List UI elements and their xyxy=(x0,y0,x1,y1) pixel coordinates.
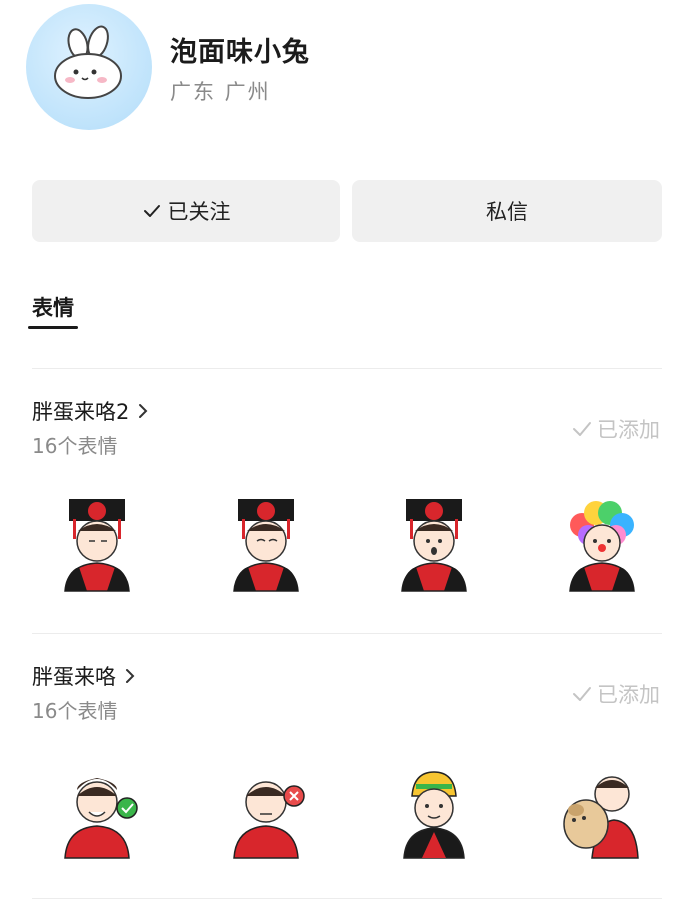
follow-label: 已关注 xyxy=(167,200,231,224)
check-icon xyxy=(573,687,591,701)
added-label: 已添加 xyxy=(597,683,660,707)
sticker-item[interactable] xyxy=(216,495,316,595)
sticker-image xyxy=(233,499,299,592)
sticker-image xyxy=(563,776,639,859)
pack-count: 16个表情 xyxy=(32,699,118,723)
added-status: 已添加 xyxy=(571,679,660,709)
divider xyxy=(32,898,662,899)
pack-title: 胖蛋来咯 xyxy=(32,665,116,689)
sticker-item[interactable] xyxy=(384,762,484,862)
pack-title-link[interactable]: 胖蛋来咯 xyxy=(32,661,136,691)
sticker-item[interactable] xyxy=(552,495,652,595)
rabbit-icon xyxy=(54,25,122,99)
added-status: 已添加 xyxy=(571,414,660,444)
pack-title-link[interactable]: 胖蛋来咯2 xyxy=(32,396,149,426)
sticker-image xyxy=(403,771,465,859)
follow-button[interactable]: 已关注 xyxy=(32,180,340,242)
profile-location: 广东 广州 xyxy=(170,80,271,104)
sticker-item[interactable] xyxy=(216,762,316,862)
sticker-image xyxy=(569,501,635,592)
sticker-item[interactable] xyxy=(47,762,147,862)
tab-indicator xyxy=(28,326,78,329)
sticker-item[interactable] xyxy=(47,495,147,595)
message-button[interactable]: 私信 xyxy=(352,180,662,242)
sticker-image xyxy=(64,499,130,592)
chevron-right-icon xyxy=(126,669,135,683)
tab-stickers[interactable]: 表情 xyxy=(32,292,74,322)
divider xyxy=(32,633,662,634)
pack-count: 16个表情 xyxy=(32,434,118,458)
pack-title: 胖蛋来咯2 xyxy=(32,400,130,424)
sticker-item[interactable] xyxy=(384,495,484,595)
sticker-item[interactable] xyxy=(552,762,652,862)
sticker-image xyxy=(64,778,138,859)
avatar[interactable] xyxy=(26,4,152,130)
added-label: 已添加 xyxy=(597,418,660,442)
sticker-image xyxy=(233,781,305,859)
profile-name: 泡面味小兔 xyxy=(170,37,310,68)
chevron-right-icon xyxy=(139,404,148,418)
check-icon xyxy=(573,422,591,436)
sticker-image xyxy=(401,499,467,592)
message-label: 私信 xyxy=(486,200,528,224)
divider xyxy=(32,368,662,369)
check-icon xyxy=(143,205,160,217)
